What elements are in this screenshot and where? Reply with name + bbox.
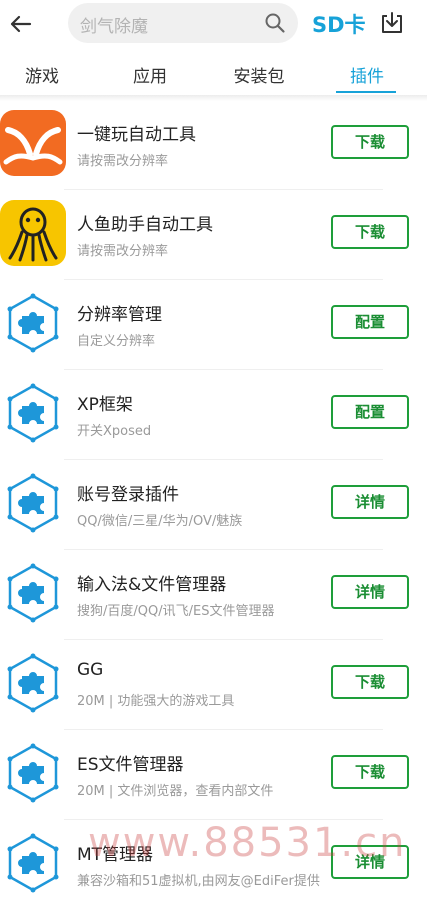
list-item[interactable]: 账号登录插件 QQ/微信/三星/华为/OV/魅族 详情 bbox=[0, 460, 427, 550]
puzzle-hexagon-icon bbox=[6, 742, 60, 804]
list-item[interactable]: 人鱼助手自动工具 请按需改分辨率 下载 bbox=[0, 190, 427, 280]
back-arrow-icon bbox=[10, 15, 32, 33]
app-subtitle: 兼容沙箱和51虚拟机,由网友@EdiFer提供 bbox=[77, 874, 320, 889]
app-subtitle: 开关Xposed bbox=[77, 424, 152, 439]
app-title: 输入法&文件管理器 bbox=[77, 575, 227, 595]
app-title: 账号登录插件 bbox=[77, 485, 179, 505]
app-title: MT管理器 bbox=[77, 845, 154, 865]
details-button[interactable]: 详情 bbox=[331, 575, 409, 609]
list-item[interactable]: 分辨率管理 自定义分辨率 配置 bbox=[0, 280, 427, 370]
puzzle-hexagon-icon bbox=[6, 292, 60, 354]
list-item[interactable]: ES文件管理器 20M | 文件浏览器，查看内部文件 下载 bbox=[0, 730, 427, 820]
configure-button[interactable]: 配置 bbox=[331, 305, 409, 339]
configure-button[interactable]: 配置 bbox=[331, 395, 409, 429]
mermaid-logo-icon bbox=[0, 200, 66, 266]
download-button[interactable]: 下载 bbox=[331, 665, 409, 699]
puzzle-hexagon-icon bbox=[6, 382, 60, 444]
app-title: 人鱼助手自动工具 bbox=[77, 215, 213, 235]
back-button[interactable] bbox=[4, 8, 38, 40]
list-item[interactable]: XP框架 开关Xposed 配置 bbox=[0, 370, 427, 460]
list-item[interactable]: 一键玩自动工具 请按需改分辨率 下载 bbox=[0, 100, 427, 190]
app-title: XP框架 bbox=[77, 395, 133, 415]
search-icon[interactable] bbox=[264, 12, 286, 34]
puzzle-hexagon-icon bbox=[6, 652, 60, 714]
app-subtitle: 自定义分辨率 bbox=[77, 334, 156, 349]
tab-games[interactable]: 游戏 bbox=[25, 62, 59, 87]
app-subtitle: 请按需改分辨率 bbox=[77, 154, 169, 169]
puzzle-hexagon-icon bbox=[6, 472, 60, 534]
tab-plugins[interactable]: 插件 bbox=[350, 62, 384, 87]
details-button[interactable]: 详情 bbox=[331, 845, 409, 879]
puzzle-hexagon-icon bbox=[6, 832, 60, 894]
list-item[interactable]: GG 20M | 功能强大的游戏工具 下载 bbox=[0, 640, 427, 730]
top-bar: 剑气除魔 SD卡 bbox=[0, 0, 427, 48]
sd-card-button[interactable]: SD卡 bbox=[312, 9, 366, 39]
puzzle-hexagon-icon bbox=[6, 562, 60, 624]
app-subtitle: QQ/微信/三星/华为/OV/魅族 bbox=[77, 514, 243, 529]
app-subtitle: 搜狗/百度/QQ/讯飞/ES文件管理器 bbox=[77, 604, 275, 619]
list-item[interactable]: 输入法&文件管理器 搜狗/百度/QQ/讯飞/ES文件管理器 详情 bbox=[0, 550, 427, 640]
app-title: ES文件管理器 bbox=[77, 755, 184, 775]
app-subtitle: 20M | 文件浏览器，查看内部文件 bbox=[77, 784, 274, 799]
active-tab-indicator bbox=[336, 91, 396, 93]
download-button[interactable]: 下载 bbox=[331, 755, 409, 789]
tab-apps[interactable]: 应用 bbox=[133, 62, 167, 87]
orange-y-logo-icon bbox=[0, 110, 66, 176]
app-title: 分辨率管理 bbox=[77, 305, 162, 325]
download-button[interactable]: 下载 bbox=[331, 125, 409, 159]
app-title: GG bbox=[77, 660, 104, 680]
details-button[interactable]: 详情 bbox=[331, 485, 409, 519]
app-subtitle: 请按需改分辨率 bbox=[77, 244, 169, 259]
tab-install-packages[interactable]: 安装包 bbox=[234, 62, 285, 87]
download-manager-icon[interactable] bbox=[379, 10, 405, 36]
search-placeholder: 剑气除魔 bbox=[80, 17, 148, 37]
app-subtitle: 20M | 功能强大的游戏工具 bbox=[77, 694, 235, 709]
download-button[interactable]: 下载 bbox=[331, 215, 409, 249]
list-item[interactable]: MT管理器 兼容沙箱和51虚拟机,由网友@EdiFer提供 详情 bbox=[0, 820, 427, 910]
app-title: 一键玩自动工具 bbox=[77, 125, 196, 145]
search-input[interactable]: 剑气除魔 bbox=[68, 3, 298, 43]
category-tabs: 游戏 应用 安装包 插件 bbox=[0, 48, 427, 96]
